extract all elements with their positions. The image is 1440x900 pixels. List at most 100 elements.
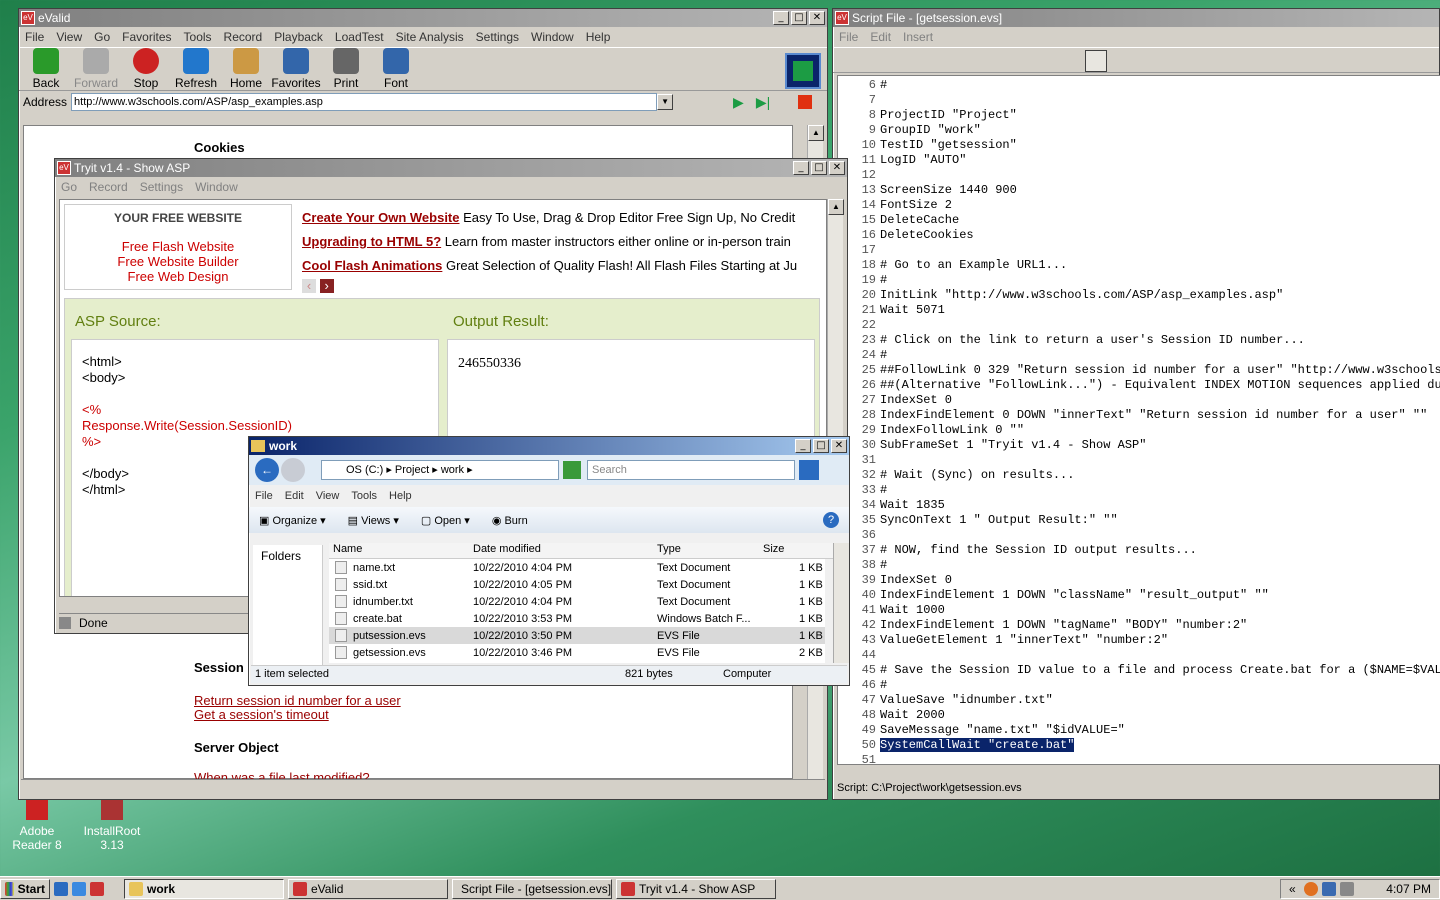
script-line[interactable]: SyncOnText 1 " Output Result:" ""	[880, 513, 1118, 527]
breadcrumb-work[interactable]: work	[441, 464, 464, 476]
script-line[interactable]: IndexFindElement 1 DOWN "className" "res…	[880, 588, 1269, 602]
open-button[interactable]: ▢ Open ▾	[421, 514, 470, 527]
script-line[interactable]: ValueSave "idnumber.txt"	[880, 693, 1053, 707]
script-line[interactable]: LogID "AUTO"	[880, 153, 966, 167]
script-line[interactable]: Wait 2000	[880, 708, 945, 722]
menu-help[interactable]: Help	[580, 30, 617, 44]
script-line[interactable]: Wait 1835	[880, 498, 945, 512]
script-line[interactable]: Wait 5071	[880, 303, 945, 317]
back-icon[interactable]: ←	[255, 458, 279, 482]
breadcrumb-os-c[interactable]: OS (C:)	[346, 464, 383, 476]
start-button[interactable]: Start	[0, 878, 50, 899]
prev-ad-icon[interactable]: ‹	[302, 279, 316, 293]
close-button[interactable]: ✕	[829, 161, 845, 175]
help-icon[interactable]: ?	[823, 512, 839, 528]
script-line[interactable]: IndexSet 0	[880, 393, 952, 407]
menu-favorites[interactable]: Favorites	[116, 30, 177, 44]
quicklaunch-desktop-icon[interactable]	[54, 881, 68, 896]
path-breadcrumb[interactable]: OS (C:) ▸ Project ▸ work ▸	[321, 460, 559, 480]
tray-app-icon[interactable]	[1303, 881, 1318, 896]
menu-view[interactable]: View	[310, 490, 346, 502]
evalid-pause-icon[interactable]	[785, 53, 821, 89]
script-line[interactable]: SubFrameSet 1 "Tryit v1.4 - Show ASP"	[880, 438, 1146, 452]
menu-file[interactable]: File	[249, 490, 279, 502]
address-dropdown-icon[interactable]: ▼	[657, 94, 674, 110]
script-line[interactable]: DeleteCache	[880, 213, 959, 227]
script-line[interactable]: GroupID "work"	[880, 123, 981, 137]
file-row[interactable]: ssid.txt 10/22/2010 4:05 PM Text Document 1…	[329, 576, 825, 593]
session-id-link[interactable]: Return session id number for a user	[194, 693, 401, 708]
refresh-button[interactable]: Refresh	[171, 48, 221, 90]
script-line[interactable]: ProjectID "Project"	[880, 108, 1017, 122]
file-row[interactable]: putsession.evs 10/22/2010 3:50 PM EVS File…	[329, 627, 825, 644]
forward-icon[interactable]	[281, 458, 305, 482]
menu-view[interactable]: View	[50, 30, 88, 44]
minimize-button[interactable]: _	[795, 439, 811, 453]
organize-button[interactable]: ▣ Organize ▾	[259, 514, 326, 527]
refresh-icon[interactable]	[563, 461, 581, 479]
menu-record[interactable]: Record	[83, 180, 134, 194]
close-button[interactable]: ✕	[831, 439, 847, 453]
script-line[interactable]: IndexFindElement 0 DOWN "innerText" "Ret…	[880, 408, 1427, 422]
next-ad-icon[interactable]: ›	[319, 279, 334, 293]
explorer-titlebar[interactable]: work _ □ ✕	[249, 437, 849, 455]
ad-create-website-link[interactable]: Create Your Own Website	[302, 210, 460, 225]
stop-button[interactable]: Stop	[121, 48, 171, 90]
script-line[interactable]: # Save the Session ID value to a file an…	[880, 663, 1440, 677]
script-line[interactable]: TestID "getsession"	[880, 138, 1017, 152]
script-line[interactable]: ScreenSize 1440 900	[880, 183, 1017, 197]
menu-file[interactable]: File	[19, 30, 50, 44]
menu-go[interactable]: Go	[88, 30, 116, 44]
file-list-scrollbar[interactable]	[833, 543, 849, 663]
script-line[interactable]: SaveMessage "name.txt" "$idVALUE="	[880, 723, 1125, 737]
back-button[interactable]: Back	[21, 48, 71, 90]
script-line[interactable]: # Go to an Example URL1...	[880, 258, 1067, 272]
search-input[interactable]: Search	[587, 460, 795, 480]
record-stop-icon[interactable]	[798, 95, 813, 109]
menu-edit[interactable]: Edit	[279, 490, 310, 502]
column-size[interactable]: Size	[763, 543, 784, 555]
address-input[interactable]: http://www.w3schools.com/ASP/asp_example…	[71, 93, 658, 111]
menu-loadtest[interactable]: LoadTest	[329, 30, 390, 44]
script-line[interactable]: IndexFindElement 1 DOWN "tagName" "BODY"…	[880, 618, 1247, 632]
script-editor[interactable]: 6 #7 8 ProjectID "Project" 9 GroupID "work" 10…	[837, 75, 1440, 765]
clock[interactable]: 4:07 PM	[1386, 882, 1431, 896]
menu-help[interactable]: Help	[383, 490, 418, 502]
script-line[interactable]: # Wait (Sync) on results...	[880, 468, 1074, 482]
favorites-button[interactable]: Favorites	[271, 48, 321, 90]
script-line[interactable]: ##FollowLink 0 329 "Return session id nu…	[880, 363, 1440, 377]
menu-edit[interactable]: Edit	[864, 30, 897, 44]
column-date-modified[interactable]: Date modified	[473, 543, 541, 555]
script-line[interactable]: #	[880, 348, 887, 362]
tray-volume-icon[interactable]	[1339, 881, 1354, 896]
maximize-button[interactable]: □	[791, 11, 807, 25]
menu-window[interactable]: Window	[189, 180, 244, 194]
line-numbers-toggle-icon[interactable]	[1085, 50, 1107, 72]
play-icon[interactable]: ▶	[733, 94, 744, 111]
file-row[interactable]: create.bat 10/22/2010 3:53 PM Windows Batc…	[329, 610, 825, 627]
script-line[interactable]: #	[880, 78, 887, 92]
tray-expand-icon[interactable]: «	[1289, 882, 1296, 896]
menu-window[interactable]: Window	[525, 30, 580, 44]
tryit-titlebar[interactable]: eV Tryit v1.4 - Show ASP _ □ ✕	[55, 159, 847, 177]
script-line[interactable]: # Click on the link to return a user's S…	[880, 333, 1305, 347]
breadcrumb-project[interactable]: Project	[395, 464, 429, 476]
file-row[interactable]: getsession.evs 10/22/2010 3:46 PM EVS File…	[329, 644, 825, 661]
ad-link-builder[interactable]: Free Website Builder	[65, 254, 291, 269]
script-line[interactable]: InitLink "http://www.w3schools.com/ASP/a…	[880, 288, 1283, 302]
script-line[interactable]: ValueGetElement 1 "innerText" "number:2"	[880, 633, 1168, 647]
tray-network-icon[interactable]	[1321, 881, 1336, 896]
evalid-titlebar[interactable]: eV eValid _ □ ✕	[19, 9, 827, 27]
menu-file[interactable]: File	[833, 30, 864, 44]
close-button[interactable]: ✕	[809, 11, 825, 25]
script-line[interactable]: SystemCallWait "create.bat"	[880, 738, 1075, 752]
taskbar-item-evalid[interactable]: eValid	[288, 878, 448, 899]
folders-toggle[interactable]: Folders	[253, 545, 322, 567]
menu-tools[interactable]: Tools	[345, 490, 383, 502]
script-line[interactable]: FontSize 2	[880, 198, 952, 212]
desktop-icon-installroot[interactable]: InstallRoot 3.13	[78, 800, 146, 852]
column-type[interactable]: Type	[657, 543, 681, 555]
minimize-button[interactable]: _	[773, 11, 789, 25]
desktop-icon-adobe-reader[interactable]: Adobe Reader 8	[0, 800, 74, 852]
menu-settings[interactable]: Settings	[134, 180, 189, 194]
